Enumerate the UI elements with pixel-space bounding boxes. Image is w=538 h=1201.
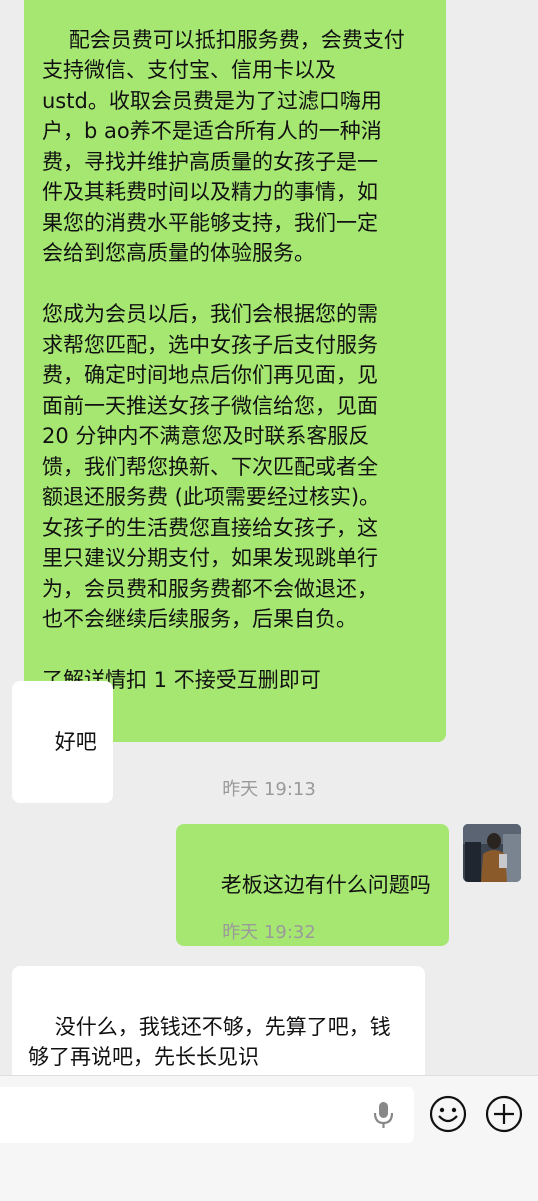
timestamp: 昨天 19:13 [222, 779, 316, 800]
plus-circle-icon[interactable] [485, 1095, 523, 1133]
input-bar [0, 1075, 538, 1201]
smiley-icon[interactable] [429, 1095, 467, 1133]
message-bubble-received-long[interactable]: 配会员费可以抵扣服务费，会费支付 支持微信、支付宝、信用卡以及 ustd。收取会… [24, 0, 446, 742]
microphone-icon[interactable] [369, 1099, 399, 1131]
message-input[interactable] [0, 1087, 414, 1143]
chat-area[interactable]: 配会员费可以抵扣服务费，会费支付 支持微信、支付宝、信用卡以及 ustd。收取会… [0, 0, 538, 1117]
message-text: 老板这边有什么问题吗 [220, 872, 431, 897]
avatar[interactable] [463, 824, 521, 882]
message-text: 没什么，我钱还不够，先算了吧，钱 够了再说吧，先长长见识 [28, 1014, 391, 1070]
avatar-photo [463, 824, 521, 882]
message-text: 好吧 [54, 729, 97, 754]
timestamp: 昨天 19:32 [222, 922, 316, 943]
message-text: 配会员费可以抵扣服务费，会费支付 支持微信、支付宝、信用卡以及 ustd。收取会… [42, 27, 405, 693]
